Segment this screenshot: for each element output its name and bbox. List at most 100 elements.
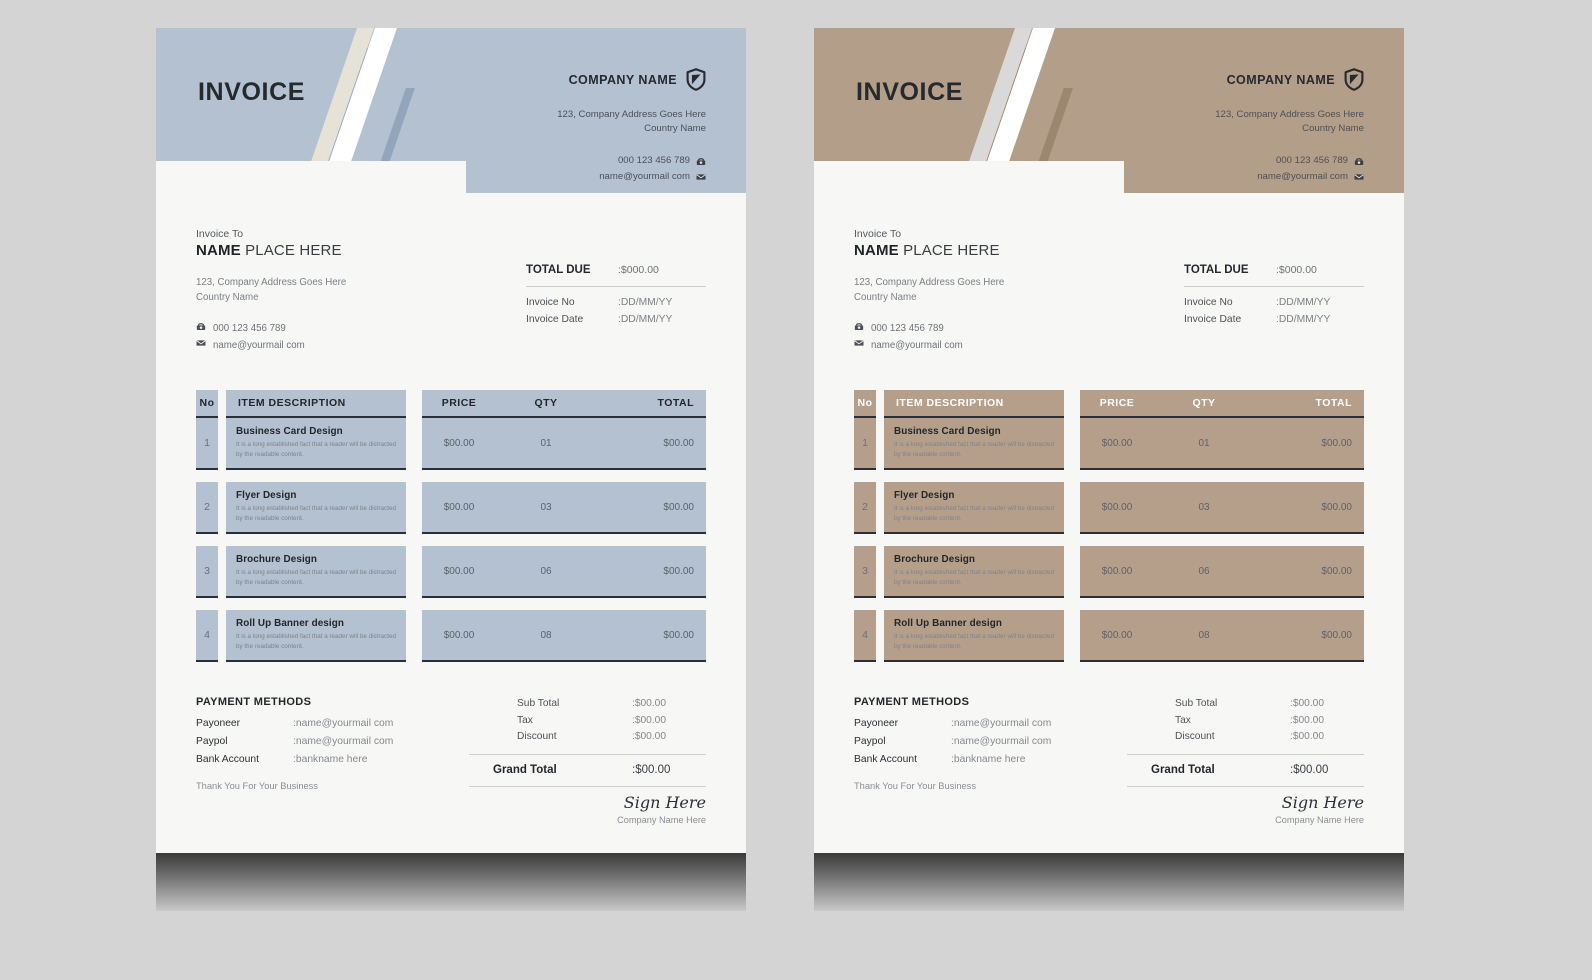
payment-method-value: :name@yourmail com (293, 736, 394, 748)
row-number: 4 (862, 629, 868, 642)
row-amounts-cell: $00.00 08 $00.00 (422, 610, 706, 663)
row-qty: 03 (540, 501, 552, 513)
grand-total-label: Grand Total (493, 763, 557, 776)
payment-methods-block: PAYMENT METHODS Payoneer :name@yourmail c… (854, 696, 1109, 825)
header-address: 123, Company Address Goes Here Country N… (1215, 108, 1364, 137)
summary-rows: Sub Total:$00.00 Tax:$00.00 Discount:$00.0… (1127, 696, 1364, 746)
row-amounts-cell: $00.00 08 $00.00 (1080, 610, 1364, 663)
table-header-price-label: PRICE (441, 397, 477, 410)
shield-icon (1344, 68, 1364, 91)
bill-to-email: name@yourmail com (871, 339, 963, 351)
row-amounts-cell: $00.00 03 $00.00 (422, 482, 706, 535)
row-total: $00.00 (1321, 501, 1352, 513)
row-amounts-cell: $00.00 03 $00.00 (1080, 482, 1364, 535)
invoice-title: INVOICE (856, 78, 963, 106)
row-qty: 01 (540, 437, 552, 449)
row-total: $00.00 (663, 501, 694, 513)
phone-icon (854, 321, 864, 338)
payment-methods-list: Payoneer:name@yourmail com Paypol:name@yo… (854, 718, 1109, 765)
payment-method-name: Payoneer (854, 718, 899, 730)
row-item-name: Business Card Design (236, 426, 343, 438)
row-total: $00.00 (1321, 565, 1352, 577)
row-total: $00.00 (663, 437, 694, 449)
total-due-label: TOTAL DUE (526, 264, 591, 276)
row-description-cell: Brochure Design It is a long established… (884, 546, 1064, 599)
table-header-total-label: TOTAL (1315, 397, 1352, 410)
summary-row: Sub Total:$00.00 (469, 696, 706, 713)
summary-value: :$00.00 (1290, 698, 1324, 710)
summary-key: Sub Total (1175, 698, 1218, 710)
row-number: 3 (204, 565, 210, 578)
signature-label: Sign Here (1281, 792, 1364, 812)
row-number: 1 (862, 437, 868, 450)
header-notch (156, 161, 466, 193)
line-items-table: No ITEM DESCRIPTION PRICE QTY TOTAL 1 Bu… (854, 390, 1364, 663)
invoice-template-stage: INVOICE COMPANY NAME 123, Company Addres… (0, 0, 1592, 980)
summary-row: Tax:$00.00 (469, 713, 706, 730)
table-row: 1 Business Card Design It is a long esta… (854, 418, 1364, 471)
page-shadow (156, 853, 746, 911)
invoice-meta-row: Invoice Date:DD/MM/YY (1184, 312, 1364, 329)
payment-method-value: :name@yourmail com (951, 718, 1052, 730)
grand-total-value: :$00.00 (632, 763, 671, 776)
grand-total-row: Grand Total :$00.00 (469, 764, 706, 776)
row-item-description: It is a long established fact that a rea… (894, 505, 1054, 522)
payment-method-value: :name@yourmail com (293, 718, 394, 730)
payment-method-row: Payoneer :name@yourmail com (854, 718, 1109, 729)
summary-divider (1127, 753, 1364, 755)
table-header-description: ITEM DESCRIPTION (226, 390, 406, 419)
signature-divider (1127, 785, 1364, 787)
summary-value: :$00.00 (1290, 731, 1324, 743)
line-items-table: No ITEM DESCRIPTION PRICE QTY TOTAL 1 Bu… (196, 390, 706, 663)
header-address-line1: 123, Company Address Goes Here (1215, 109, 1364, 120)
table-body: 1 Business Card Design It is a long esta… (854, 418, 1364, 663)
row-qty: 06 (540, 565, 552, 577)
header-phone: 000 123 456 789 (1275, 154, 1348, 166)
invoice-meta-key: Invoice No (526, 297, 575, 308)
envelope-icon (196, 338, 206, 355)
row-price: $00.00 (1101, 629, 1133, 641)
summary-key: Tax (517, 714, 533, 726)
invoice-meta-key: Invoice Date (526, 313, 584, 325)
row-amounts-cell: $00.00 06 $00.00 (1080, 546, 1364, 599)
row-item-description: It is a long established fact that a rea… (236, 441, 396, 458)
row-description-cell: Business Card Design It is a long establ… (884, 418, 1064, 471)
table-header-total-label: TOTAL (657, 397, 694, 410)
payment-method-name: Paypol (196, 736, 228, 748)
bill-to-block: Invoice To NAME PLACE HERE 123, Company … (196, 228, 706, 354)
envelope-icon (1354, 172, 1364, 182)
row-total: $00.00 (663, 565, 694, 577)
payment-method-row: Payoneer:name@yourmail com (196, 718, 451, 729)
envelope-icon (854, 338, 864, 355)
table-row: 3 Brochure Design It is a long establish… (196, 546, 706, 599)
table-header-row: No ITEM DESCRIPTION PRICE QTY TOTAL (854, 390, 1364, 419)
header-contact: 000 123 456 789 name@yourmail com (1215, 153, 1364, 185)
row-item-description: It is a long established fact that a rea… (236, 633, 396, 650)
thank-you-note: Thank You For Your Business (196, 781, 318, 792)
row-number: 4 (204, 629, 210, 642)
header-address-line1: 123, Company Address Goes Here (557, 109, 706, 120)
payment-methods-heading: PAYMENT METHODS (854, 696, 970, 709)
row-number: 2 (862, 501, 868, 514)
row-total: $00.00 (1321, 437, 1352, 449)
payment-method-name: Bank Account (196, 754, 259, 766)
row-price: $00.00 (443, 565, 475, 577)
summary-rows: Sub Total:$00.00 Tax:$00.00 Discount:$00.0… (469, 696, 706, 746)
summary-row: Discount:$00.00 (469, 729, 706, 746)
row-qty: 08 (540, 629, 552, 641)
phone-icon (196, 321, 206, 338)
row-qty: 06 (1198, 565, 1210, 577)
summary-row: Discount:$00.00 (1127, 729, 1364, 746)
table-row: 3 Brochure Design It is a long establish… (854, 546, 1364, 599)
grand-total-value: :$00.00 (1290, 763, 1329, 776)
row-number: 3 (862, 565, 868, 578)
row-item-name: Brochure Design (236, 554, 318, 566)
summary-block: Sub Total:$00.00 Tax:$00.00 Discount:$00.0… (451, 696, 706, 825)
row-price: $00.00 (1101, 437, 1133, 449)
table-header-description-label: ITEM DESCRIPTION (896, 397, 1004, 410)
row-item-name: Roll Up Banner design (894, 618, 1002, 630)
phone-icon (696, 156, 706, 166)
total-due-block: TOTAL DUE :$000.00 Invoice No:DD/MM/YY In… (1184, 264, 1364, 328)
total-due-label: TOTAL DUE (1184, 264, 1249, 276)
row-description-cell: Brochure Design It is a long established… (226, 546, 406, 599)
